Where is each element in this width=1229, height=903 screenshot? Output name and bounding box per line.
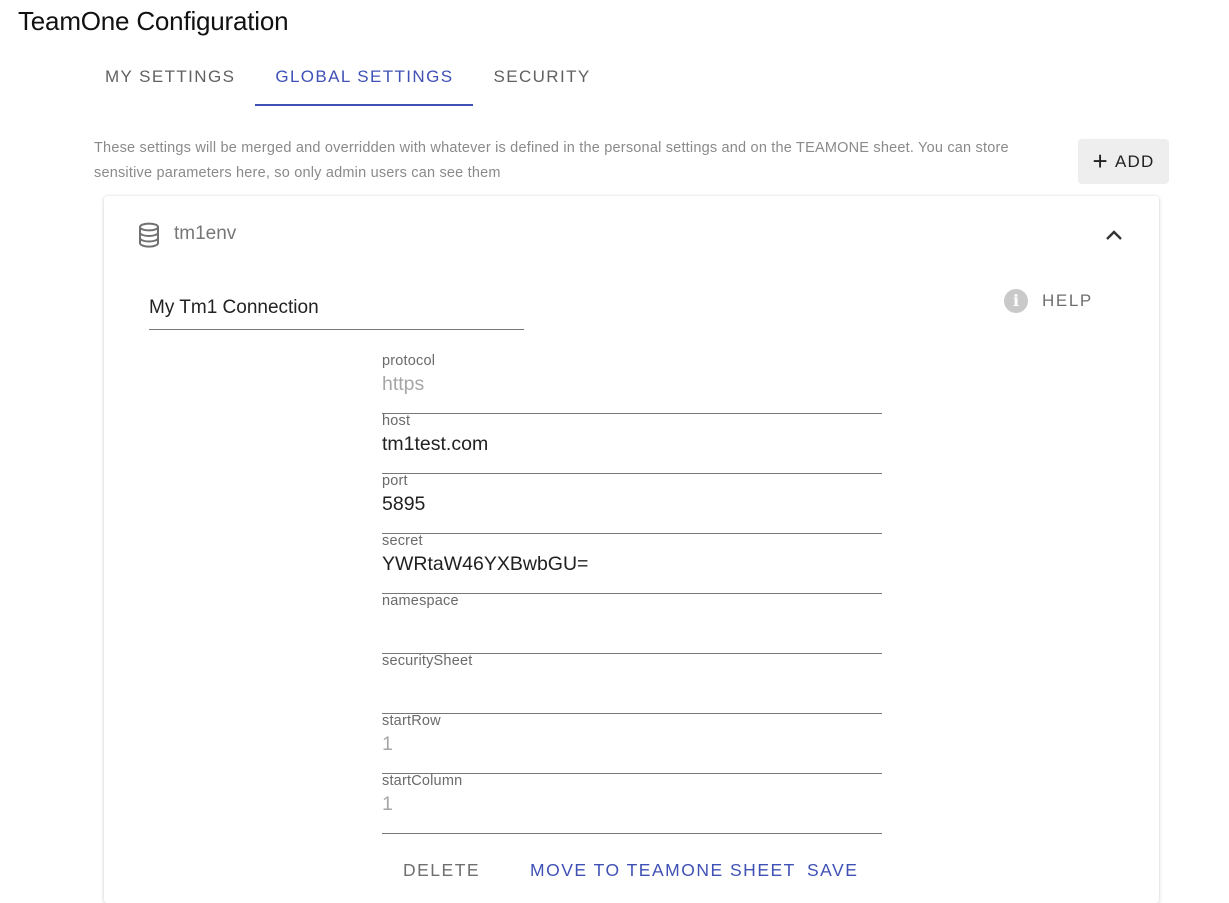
host-label: host [382,413,411,429]
connection-name-input[interactable]: My Tm1 Connection [149,297,524,330]
page-title: TeamOne Configuration [18,6,289,36]
help-button[interactable]: i HELP [1004,288,1093,314]
start-column-input[interactable]: 1 [382,793,393,816]
tab-my-settings[interactable]: MY SETTINGS [85,50,255,106]
settings-description: These settings will be merged and overri… [94,140,1009,181]
add-button[interactable]: + ADD [1078,139,1169,184]
connection-card: tm1env My Tm1 Connection i HELP protocol… [104,196,1159,903]
settings-tabs: MY SETTINGS GLOBAL SETTINGS SECURITY [85,50,611,106]
host-field[interactable]: host tm1test.com [382,413,882,474]
secret-field[interactable]: secret YWRtaW46YXBwbGU= [382,533,882,594]
info-icon: i [1004,289,1028,313]
protocol-input[interactable]: https [382,373,424,396]
save-button[interactable]: SAVE [807,860,858,881]
port-input[interactable]: 5895 [382,493,425,516]
start-column-field[interactable]: startColumn 1 [382,773,882,834]
start-column-label: startColumn [382,773,463,789]
secret-label: secret [382,533,423,549]
move-to-teamone-sheet-button[interactable]: MOVE TO TEAMONE SHEET [530,860,796,881]
configuration-page: TeamOne Configuration MY SETTINGS GLOBAL… [0,0,1229,903]
namespace-field[interactable]: namespace [382,593,882,654]
database-icon [139,222,159,248]
start-row-label: startRow [382,713,441,729]
start-row-field[interactable]: startRow 1 [382,713,882,774]
tab-global-settings[interactable]: GLOBAL SETTINGS [255,50,474,106]
host-input[interactable]: tm1test.com [382,433,488,456]
plus-icon: + [1092,145,1109,176]
card-actions: DELETE MOVE TO TEAMONE SHEET SAVE [104,860,1159,890]
security-sheet-label: securitySheet [382,653,473,669]
chevron-up-icon[interactable] [1102,226,1126,244]
protocol-field[interactable]: protocol https [382,353,882,414]
start-row-input[interactable]: 1 [382,733,393,756]
protocol-label: protocol [382,353,436,369]
tab-security[interactable]: SECURITY [473,50,610,106]
delete-button[interactable]: DELETE [403,860,480,881]
namespace-label: namespace [382,593,459,609]
add-button-label: ADD [1114,151,1155,171]
port-field[interactable]: port 5895 [382,473,882,534]
secret-input[interactable]: YWRtaW46YXBwbGU= [382,553,588,576]
card-title: tm1env [174,223,237,244]
security-sheet-field[interactable]: securitySheet [382,653,882,714]
help-label: HELP [1042,291,1093,310]
card-header[interactable]: tm1env [104,196,1159,274]
port-label: port [382,473,408,489]
